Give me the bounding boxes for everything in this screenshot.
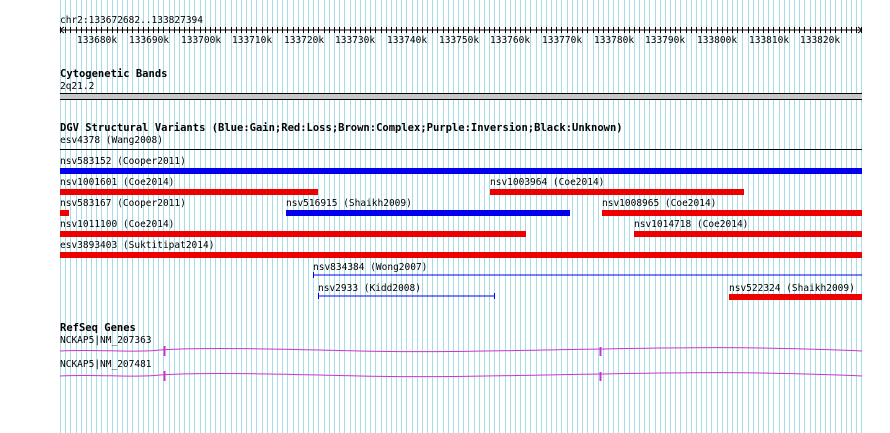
cytoband-label: 2q21.2 [60,81,95,92]
dgv-feature-nsv1011100[interactable] [60,231,526,237]
dgv-feature-nsv516915[interactable] [286,210,570,216]
dgv-feature-nsv2933[interactable] [317,292,497,300]
dgv-feature-label: esv3893403 (Suktitipat2014) [60,240,215,251]
dgv-feature-nsv1008965[interactable] [602,210,862,216]
ruler-tick-label: 133810k [749,35,790,46]
ruler-tick-label: 133770k [542,35,583,46]
refseq-track-title[interactable]: RefSeq Genes [60,322,136,334]
dgv-feature-esv4378[interactable] [60,149,862,150]
dgv-feature-nsv522324[interactable] [729,294,862,300]
ruler-tick-label: 133720k [284,35,325,46]
dgv-track-title[interactable]: DGV Structural Variants (Blue:Gain;Red:L… [60,122,623,134]
ruler-tick-label: 133750k [439,35,480,46]
dgv-feature-esv3893403[interactable] [60,252,862,258]
dgv-feature-label: nsv583152 (Cooper2011) [60,156,186,167]
refseq-gene-nm-207363[interactable] [60,343,863,359]
ruler-tick-label: 133790k [645,35,686,46]
dgv-feature-nsv1003964[interactable] [490,189,744,195]
ruler-tick-label: 133730k [335,35,376,46]
ruler-tick-label: 133780k [594,35,635,46]
dgv-feature-label: nsv1011100 (Coe2014) [60,219,175,230]
dgv-feature-label: nsv1008965 (Coe2014) [602,198,717,209]
dgv-feature-label: nsv1014718 (Coe2014) [634,219,749,230]
ruler-tick-label: 133710k [232,35,273,46]
genome-browser-view: chr2:133672682..133827394 133680k 133690… [0,0,890,433]
dgv-feature-label: nsv583167 (Cooper2011) [60,198,186,209]
cytobands-track-title[interactable]: Cytogenetic Bands [60,68,167,80]
ruler-tick-label: 133680k [77,35,118,46]
dgv-feature-label: esv4378 (Wang2008) [60,135,163,146]
dgv-feature-nsv583167[interactable] [60,210,69,216]
dgv-feature-nsv1014718[interactable] [634,231,862,237]
dgv-feature-nsv583152[interactable] [60,168,862,174]
dgv-feature-label: nsv1001601 (Coe2014) [60,177,175,188]
ruler-tick-label: 133800k [697,35,738,46]
dgv-feature-label: nsv522324 (Shaikh2009) [729,283,855,294]
ruler-tick-label: 133760k [490,35,531,46]
dgv-feature-nsv1001601[interactable] [60,189,318,195]
dgv-feature-nsv834384[interactable] [312,271,864,279]
ruler-tick-label: 133820k [800,35,841,46]
dgv-feature-label: nsv516915 (Shaikh2009) [286,198,412,209]
dgv-feature-label: nsv1003964 (Coe2014) [490,177,605,188]
ruler-tick-label: 133700k [181,35,222,46]
ruler-tick-label: 133690k [129,35,170,46]
refseq-gene-nm-207481[interactable] [60,368,863,384]
ruler-tick-label: 133740k [387,35,428,46]
cytoband-bar[interactable] [60,93,862,100]
